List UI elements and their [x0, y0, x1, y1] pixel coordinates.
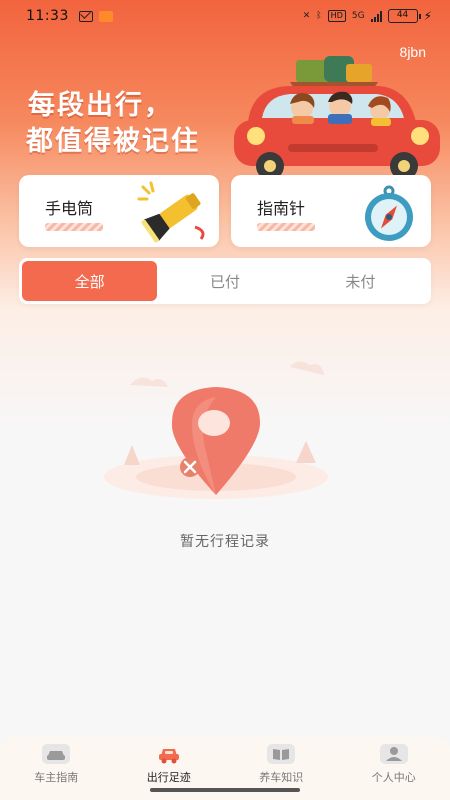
location-pin-icon: [104, 361, 328, 499]
nav-item-owner-guide[interactable]: 车主指南: [0, 737, 113, 800]
status-time: 11:33: [26, 8, 69, 24]
hd-badge: HD: [327, 10, 346, 22]
slogan-line-2: 都值得被记住: [26, 126, 200, 157]
user-icon: [379, 744, 408, 764]
tab-all[interactable]: 全部: [22, 261, 158, 301]
mail-notification-icon: [78, 10, 93, 22]
payment-filter-tabs: 全部 已付 未付: [19, 258, 431, 304]
nav-item-profile[interactable]: 个人中心: [338, 737, 450, 800]
signal-icon: [370, 10, 382, 22]
nav-label-car-care: 养车知识: [259, 771, 304, 784]
nav-label-owner-guide: 车主指南: [34, 771, 79, 784]
car-icon: [42, 744, 71, 764]
tab-paid[interactable]: 已付: [157, 261, 292, 301]
status-bar: 11:33 ✕ ᛒ HD 5G 44 ⚡: [0, 0, 450, 32]
slogan-line-1: 每段出行，: [28, 90, 173, 121]
trip-car-icon: [158, 749, 179, 764]
empty-state-message: 暂无行程记录: [180, 534, 270, 550]
mute-icon: ✕: [302, 11, 311, 21]
compass-label: 指南针: [257, 199, 306, 218]
bluetooth-icon: ᛒ: [316, 11, 322, 21]
decorative-stripe: [45, 223, 103, 231]
compass-card[interactable]: 指南针: [231, 175, 431, 247]
battery-icon: 44: [387, 9, 421, 23]
slogan: 每段出行， 都值得被记住: [26, 88, 200, 160]
app-notification-icon: [98, 10, 113, 22]
nav-label-profile: 个人中心: [371, 771, 416, 784]
charging-icon: ⚡: [423, 9, 432, 23]
flashlight-icon: [137, 181, 205, 243]
home-indicator[interactable]: [150, 788, 300, 792]
flashlight-card[interactable]: 手电筒: [19, 175, 219, 247]
compass-icon: [365, 185, 413, 241]
nav-label-trips: 出行足迹: [146, 771, 191, 784]
network-speed: 5G: [351, 11, 365, 21]
book-icon: [267, 744, 296, 764]
family-car-illustration: [234, 56, 440, 180]
decorative-stripe: [257, 223, 315, 231]
flashlight-label: 手电筒: [45, 199, 94, 218]
tab-unpaid[interactable]: 未付: [293, 261, 428, 301]
